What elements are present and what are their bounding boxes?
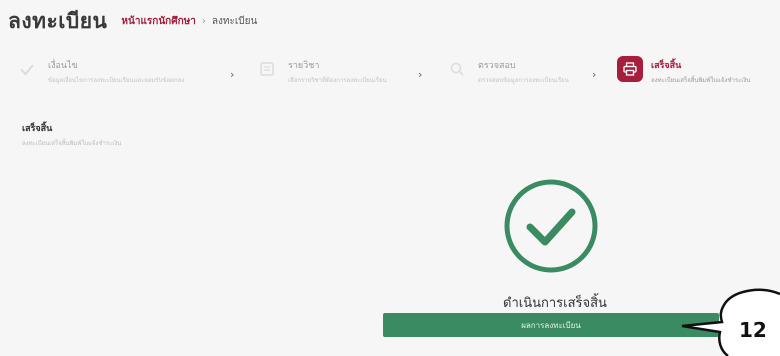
section-header: เสร็จสิ้น ลงทะเบียนเสร็จสิ้นพิมพ์ใบแจ้งช… bbox=[22, 121, 121, 148]
step-review[interactable]: ตรวจสอบ ตรวจสอบข้อมูลการลงทะเบียนเรียน bbox=[444, 52, 569, 96]
breadcrumb-separator: › bbox=[201, 15, 206, 27]
registration-page: ลงทะเบียน หน้าแรกนักศึกษา › ลงทะเบียน เง… bbox=[0, 0, 780, 356]
success-message: ดำเนินการเสร็จสิ้น bbox=[503, 296, 607, 311]
breadcrumb-home-link[interactable]: หน้าแรกนักศึกษา bbox=[121, 14, 195, 29]
success-check-icon bbox=[503, 178, 599, 274]
step-desc: ตรวจสอบข้อมูลการลงทะเบียนเรียน bbox=[478, 77, 569, 84]
step-chevron-icon: › bbox=[418, 68, 423, 81]
step-title: ตรวจสอบ bbox=[478, 61, 516, 71]
section-title: เสร็จสิ้น bbox=[22, 124, 53, 134]
step-title: รายวิชา bbox=[288, 61, 320, 71]
step-desc: เลือกรายวิชาที่ต้องการลงทะเบียนเรียน bbox=[288, 77, 387, 84]
step-chevron-icon: › bbox=[592, 68, 597, 81]
step-chevron-icon: › bbox=[230, 68, 235, 81]
page-title: ลงทะเบียน bbox=[8, 8, 108, 33]
step-courses[interactable]: รายวิชา เลือกรายวิชาที่ต้องการลงทะเบียนเ… bbox=[254, 52, 387, 96]
step-desc: ข้อมูลเงื่อนไขการลงทะเบียนเรียนและยอมรับ… bbox=[48, 77, 185, 84]
stepper: เงื่อนไข ข้อมูลเงื่อนไขการลงทะเบียนเรียน… bbox=[14, 52, 754, 96]
breadcrumb-current: ลงทะเบียน bbox=[211, 15, 258, 27]
registration-result-button[interactable]: ผลการลงทะเบียน bbox=[383, 313, 719, 337]
search-icon bbox=[444, 56, 470, 82]
step-desc: ลงทะเบียนเสร็จสิ้นพิมพ์ใบแจ้งชำระเงิน bbox=[651, 77, 751, 84]
check-icon bbox=[14, 56, 40, 82]
printer-icon bbox=[617, 56, 643, 82]
breadcrumb: หน้าแรกนักศึกษา › ลงทะเบียน bbox=[121, 14, 257, 29]
callout-number: 12 bbox=[739, 318, 767, 342]
book-icon bbox=[254, 56, 280, 82]
page-header: ลงทะเบียน หน้าแรกนักศึกษา › ลงทะเบียน bbox=[8, 6, 257, 36]
section-desc: ลงทะเบียนเสร็จสิ้นพิมพ์ใบแจ้งชำระเงิน bbox=[22, 140, 122, 147]
step-title: เสร็จสิ้น bbox=[651, 61, 682, 71]
step-conditions[interactable]: เงื่อนไข ข้อมูลเงื่อนไขการลงทะเบียนเรียน… bbox=[14, 52, 184, 96]
step-finished[interactable]: เสร็จสิ้น ลงทะเบียนเสร็จสิ้นพิมพ์ใบแจ้งช… bbox=[617, 52, 750, 96]
step-title: เงื่อนไข bbox=[48, 61, 78, 71]
